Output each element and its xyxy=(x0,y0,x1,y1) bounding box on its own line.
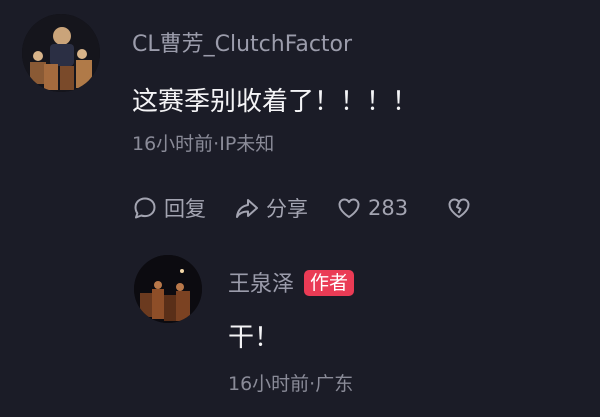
reply-author-avatar[interactable] xyxy=(134,255,202,323)
share-button[interactable]: 分享 xyxy=(234,193,308,223)
like-button[interactable]: 283 xyxy=(336,195,408,221)
reply-text: 干！ xyxy=(228,323,281,353)
reply-button[interactable]: 回复 xyxy=(132,193,206,223)
dislike-button[interactable] xyxy=(446,195,472,221)
broken-heart-icon xyxy=(448,198,470,218)
reply-meta: 16小时前·广东 xyxy=(228,373,354,395)
comment-username[interactable]: CL曹芳_ClutchFactor xyxy=(132,31,352,59)
share-label: 分享 xyxy=(266,197,308,221)
comment-thread: CL曹芳_ClutchFactor 这赛季别收着了！！！！ 16小时前·IP未知… xyxy=(0,0,600,417)
share-icon xyxy=(236,199,258,218)
like-count: 283 xyxy=(368,196,409,220)
comment-actions: 回复 分享 283 xyxy=(132,193,472,223)
reply-label: 回复 xyxy=(164,197,206,221)
comment-text: 这赛季别收着了！！！！ xyxy=(132,87,419,117)
reply-icon xyxy=(134,197,156,219)
author-badge: 作者 xyxy=(304,270,355,296)
comment-meta: 16小时前·IP未知 xyxy=(132,133,275,155)
reply-username[interactable]: 王泉泽 xyxy=(228,272,294,297)
reply-user-line: 王泉泽 作者 xyxy=(228,270,355,299)
comment-author-avatar[interactable] xyxy=(22,14,100,92)
heart-icon xyxy=(338,198,360,218)
